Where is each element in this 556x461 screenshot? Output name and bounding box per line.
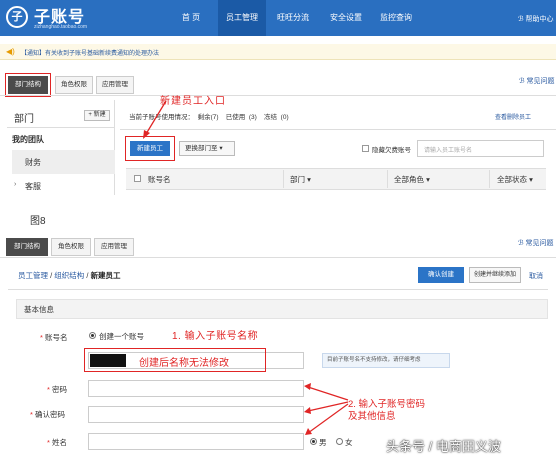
breadcrumb-org-structure[interactable]: 组织结构 (54, 271, 84, 280)
annotation-arrow-icon (143, 100, 167, 139)
tab-app-management[interactable]: 应用管理 (96, 76, 134, 94)
colon-mark: ： (129, 358, 139, 369)
select-all-checkbox[interactable] (134, 175, 141, 182)
real-name-input[interactable] (88, 433, 304, 450)
divider (120, 129, 556, 130)
new-department-button[interactable]: + 新建 (84, 110, 110, 121)
radio-dot (91, 334, 94, 337)
nav-employee-management[interactable]: 员工管理 (218, 0, 266, 36)
col-roles-label: 全部角色 (394, 175, 424, 184)
notice-text[interactable]: 【通知】有关收到子账号基础新续费通知的处理办法 (21, 48, 159, 57)
help-center-link[interactable]: ℬ 帮助中心 (518, 14, 553, 24)
faq-label: 常见问题 (525, 240, 554, 247)
password-label: * 密码 (47, 385, 68, 394)
hide-expired-label: 隐藏欠费账号 (372, 147, 411, 154)
nav-wangwang[interactable]: 旺旺分流 (272, 0, 314, 36)
breadcrumb-new-employee: 新建员工 (90, 271, 121, 280)
breadcrumb-sep: / (86, 271, 89, 280)
tab-app-management-2[interactable]: 应用管理 (94, 238, 134, 256)
caret-down-icon: ▾ (307, 175, 311, 184)
section-title: 基本信息 (24, 305, 54, 314)
speaker-icon: ◀) (6, 47, 15, 56)
confirm-password-label: * 确认密码 (30, 410, 66, 419)
col-divider (283, 170, 284, 188)
caret-down-icon: ▾ (529, 175, 533, 184)
watermark: 头条号 / 电商田义波 (386, 439, 501, 454)
confirm-password-input[interactable] (88, 406, 304, 423)
logo-icon: 子 (6, 6, 28, 28)
help-faq-link-2[interactable]: ℬ 常见问题 (518, 238, 553, 248)
confirm-create-button[interactable]: 确认创建 (418, 267, 464, 283)
radio-dot (312, 440, 315, 443)
caret-down-icon: ▾ (219, 145, 223, 152)
tab-role-permission[interactable]: 角色权限 (55, 76, 93, 94)
col-divider (387, 170, 388, 188)
col-roles[interactable]: 全部角色 ▾ (394, 174, 430, 185)
table-header (126, 168, 546, 190)
create-one-label: 创建一个账号 (99, 332, 144, 341)
radio-female[interactable] (336, 438, 343, 445)
change-dept-label: 更换部门至 (185, 145, 218, 152)
name-immutable-note: ：创建后名称无法修改 (129, 358, 229, 369)
annotation-step-1: 1. 输入子账号名称 (172, 331, 259, 342)
gender-female-label: 女 (345, 438, 353, 447)
breadcrumb-employee-mgmt[interactable]: 员工管理 (18, 271, 48, 280)
divider (7, 127, 115, 128)
col-account-name: 账号名 (148, 175, 171, 184)
change-dept-dropdown[interactable]: 更换部门至 ▾ (179, 141, 235, 156)
divider (0, 95, 556, 96)
expand-arrow-icon[interactable]: › (14, 181, 16, 188)
real-name-label: * 姓名 (47, 438, 68, 447)
cancel-link[interactable]: 取消 (529, 271, 543, 281)
password-input[interactable] (88, 380, 304, 397)
dept-item-finance[interactable]: 财务 (25, 157, 41, 168)
app-subtitle: zizhanghao.taobao.com (34, 24, 88, 30)
team-item[interactable]: 我的团队 (12, 134, 44, 145)
divider (8, 289, 548, 290)
nav-home[interactable]: 首 页 (176, 0, 206, 36)
help-faq-link[interactable]: ℬ 常见问题 (519, 76, 554, 86)
col-status[interactable]: 全部状态 ▾ (497, 174, 533, 185)
tab-role-permission-2[interactable]: 角色权限 (51, 238, 91, 256)
col-status-label: 全部状态 (497, 175, 527, 184)
account-name-label: * 账号名 (40, 333, 68, 342)
nav-monitor[interactable]: 监控查询 (376, 0, 416, 36)
hide-expired-checkbox[interactable] (362, 145, 369, 152)
nav-security[interactable]: 安全设置 (326, 0, 366, 36)
col-divider (489, 170, 490, 188)
gender-male-label: 男 (319, 438, 327, 447)
faq-label: 常见问题 (526, 78, 555, 85)
view-deleted-link[interactable]: 查看删除员工 (495, 112, 531, 121)
figure-label: 图8 (30, 216, 46, 227)
annotation-step-2-line2: 及其他信息 (348, 411, 396, 422)
name-hint-tooltip: 目前子账号名不支持修改，请仔细考虑 (322, 353, 450, 368)
tab-department-structure-2[interactable]: 部门结构 (6, 238, 48, 256)
section-header (16, 299, 548, 319)
create-continue-button[interactable]: 创建并继续添加 (469, 267, 521, 283)
caret-down-icon: ▾ (426, 175, 430, 184)
annotation-arrows-icon (304, 383, 349, 435)
col-department-label: 部门 (290, 175, 305, 184)
dept-item-service[interactable]: 客服 (25, 181, 41, 192)
divider (0, 257, 556, 258)
search-placeholder: 请输入员工账号名 (424, 148, 473, 154)
highlight-box (5, 73, 51, 97)
col-department[interactable]: 部门 ▾ (290, 174, 311, 185)
department-title: 部门 (14, 114, 34, 125)
breadcrumb-sep: / (50, 271, 53, 280)
breadcrumb: 员工管理 / 组织结构 / 新建员工 (18, 270, 121, 281)
